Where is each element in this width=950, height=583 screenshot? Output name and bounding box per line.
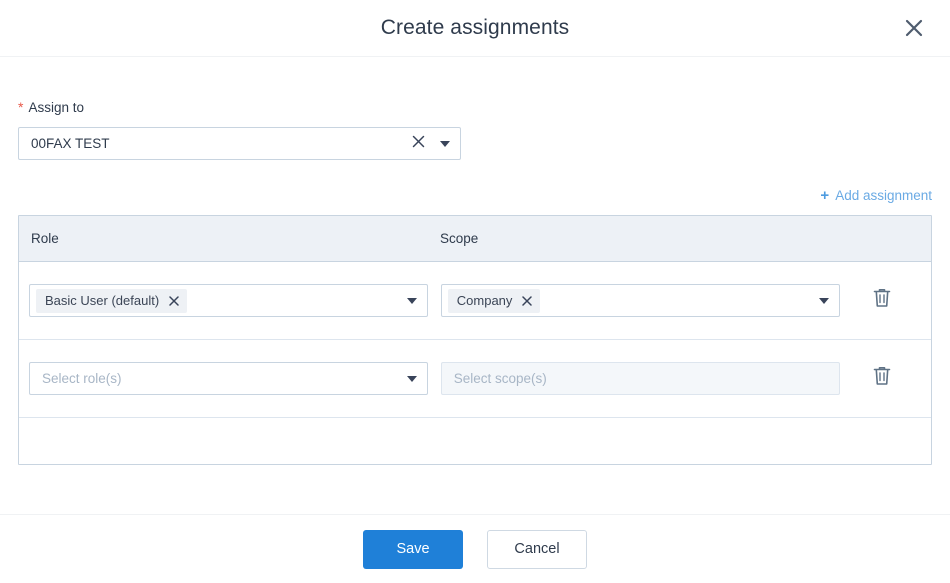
column-header-scope: Scope xyxy=(440,231,479,246)
role-placeholder: Select role(s) xyxy=(42,371,122,386)
cell-role: Select role(s) xyxy=(29,362,441,395)
chevron-down-icon xyxy=(818,297,829,304)
assign-to-clear-button[interactable] xyxy=(406,135,430,153)
delete-assignment-button[interactable] xyxy=(867,364,897,394)
cell-actions xyxy=(843,286,921,316)
trash-icon xyxy=(872,365,892,392)
table-row: Select role(s) Select scope(s) xyxy=(19,340,931,418)
column-header-role: Role xyxy=(31,231,59,246)
trash-icon xyxy=(872,287,892,314)
table-row-empty xyxy=(19,418,931,464)
chevron-down-icon xyxy=(407,297,417,304)
assign-to-label: * Assign to xyxy=(18,100,932,116)
assign-to-label-text: Assign to xyxy=(28,100,84,115)
chevron-down-icon xyxy=(407,375,417,382)
cell-scope: Select scope(s) xyxy=(440,362,843,395)
scope-multiselect[interactable]: Company xyxy=(440,284,840,317)
role-dropdown-toggle[interactable] xyxy=(397,297,427,304)
scope-dropdown-toggle[interactable] xyxy=(809,297,839,304)
cell-role: Basic User (default) xyxy=(29,284,441,317)
cell-scope: Company xyxy=(440,284,843,317)
assign-to-value: 00FAX TEST xyxy=(31,136,110,151)
role-dropdown-toggle[interactable] xyxy=(397,375,427,382)
scope-tag-remove-button[interactable] xyxy=(522,295,533,306)
role-tag-remove-button[interactable] xyxy=(169,295,179,306)
role-multiselect[interactable]: Select role(s) xyxy=(29,362,428,395)
add-assignment-row: + Add assignment xyxy=(18,188,932,204)
add-assignment-button[interactable]: + Add assignment xyxy=(820,188,932,204)
role-multiselect[interactable]: Basic User (default) xyxy=(29,284,428,317)
table-header-row: Role Scope xyxy=(19,216,931,262)
save-button[interactable]: Save xyxy=(363,529,463,569)
scope-placeholder: Select scope(s) xyxy=(453,371,547,386)
chevron-down-icon xyxy=(440,140,450,147)
delete-assignment-button[interactable] xyxy=(867,286,897,316)
assign-to-select[interactable]: 00FAX TEST xyxy=(18,127,461,160)
create-assignments-dialog: Create assignments * Assign to 00FAX TES… xyxy=(0,0,950,583)
table-row: Basic User (default) Company xyxy=(19,262,931,340)
assignments-table: Role Scope Basic User (default) Company … xyxy=(18,215,932,465)
add-assignment-label: Add assignment xyxy=(835,188,932,203)
close-x-icon xyxy=(902,16,926,40)
cancel-button[interactable]: Cancel xyxy=(487,529,587,569)
assign-to-dropdown-toggle[interactable] xyxy=(430,140,460,147)
scope-tag-label: Company xyxy=(456,293,513,308)
scope-multiselect-disabled: Select scope(s) xyxy=(440,362,840,395)
dialog-footer: Save Cancel xyxy=(0,514,950,583)
dialog-title: Create assignments xyxy=(380,16,570,39)
required-asterisk: * xyxy=(18,99,24,115)
clear-x-icon xyxy=(412,135,425,153)
plus-icon: + xyxy=(820,187,830,204)
dialog-body: * Assign to 00FAX TEST + Add assignment xyxy=(0,57,950,514)
role-tag-label: Basic User (default) xyxy=(45,293,160,308)
scope-tag: Company xyxy=(447,288,541,313)
cell-actions xyxy=(843,364,921,394)
dialog-header: Create assignments xyxy=(0,0,950,57)
role-tag: Basic User (default) xyxy=(36,288,188,313)
close-button[interactable] xyxy=(894,8,934,48)
